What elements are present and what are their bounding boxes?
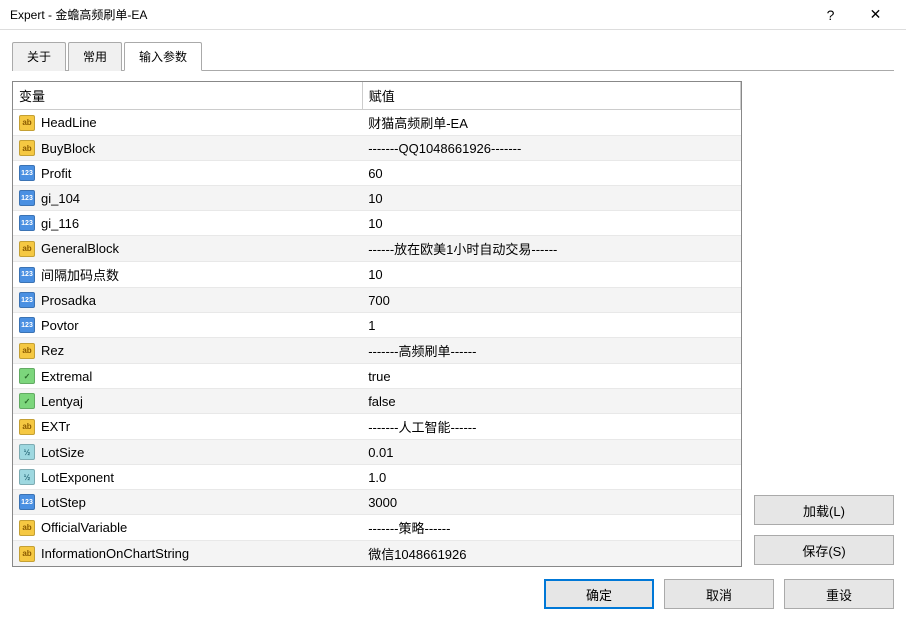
param-name: Rez bbox=[41, 343, 64, 358]
close-button[interactable]: ✕ bbox=[853, 1, 898, 29]
table-row[interactable]: ab HeadLine 财猫高频刷单-EA bbox=[13, 110, 741, 136]
param-name: LotExponent bbox=[41, 470, 114, 485]
param-value[interactable]: 10 bbox=[362, 211, 740, 236]
boolean-icon: ✓ bbox=[19, 368, 35, 384]
param-value[interactable]: 1 bbox=[362, 313, 740, 338]
footer-buttons: 确定 取消 重设 bbox=[12, 579, 894, 609]
integer-icon: 123 bbox=[19, 292, 35, 308]
table-row[interactable]: 123 gi_116 10 bbox=[13, 211, 741, 236]
boolean-icon: ✓ bbox=[19, 393, 35, 409]
double-icon: ½ bbox=[19, 469, 35, 485]
ok-button[interactable]: 确定 bbox=[544, 579, 654, 609]
param-value[interactable]: 1.0 bbox=[362, 465, 740, 490]
string-icon: ab bbox=[19, 343, 35, 359]
param-value[interactable]: 微信1048661926 bbox=[362, 541, 740, 567]
param-value[interactable]: false bbox=[362, 389, 740, 414]
param-value[interactable]: 10 bbox=[362, 262, 740, 288]
param-name: Profit bbox=[41, 166, 71, 181]
param-value[interactable]: 3000 bbox=[362, 490, 740, 515]
param-name: Prosadka bbox=[41, 293, 96, 308]
param-value[interactable]: true bbox=[362, 364, 740, 389]
cancel-button[interactable]: 取消 bbox=[664, 579, 774, 609]
help-button[interactable]: ? bbox=[808, 1, 853, 29]
table-row[interactable]: 123 LotStep 3000 bbox=[13, 490, 741, 515]
table-row[interactable]: 123 Prosadka 700 bbox=[13, 288, 741, 313]
param-value[interactable]: 700 bbox=[362, 288, 740, 313]
param-name: InformationOnChartString bbox=[41, 546, 189, 561]
integer-icon: 123 bbox=[19, 165, 35, 181]
param-value[interactable]: 60 bbox=[362, 161, 740, 186]
param-name: LotSize bbox=[41, 445, 84, 460]
integer-icon: 123 bbox=[19, 317, 35, 333]
param-name: Povtor bbox=[41, 318, 79, 333]
integer-icon: 123 bbox=[19, 190, 35, 206]
dialog-body: 关于 常用 输入参数 变量 赋值 ab HeadLine 财猫高频刷单-EA ab Bu… bbox=[0, 30, 906, 621]
table-row[interactable]: ½ LotExponent 1.0 bbox=[13, 465, 741, 490]
table-row[interactable]: ab Rez -------高频刷单------ bbox=[13, 338, 741, 364]
table-row[interactable]: ab EXTr -------人工智能------ bbox=[13, 414, 741, 440]
tab-about[interactable]: 关于 bbox=[12, 42, 66, 71]
table-row[interactable]: ab BuyBlock -------QQ1048661926------- bbox=[13, 136, 741, 161]
param-name: GeneralBlock bbox=[41, 241, 119, 256]
param-value[interactable]: -------高频刷单------ bbox=[362, 338, 740, 364]
header-variable[interactable]: 变量 bbox=[13, 82, 362, 110]
param-name: gi_116 bbox=[41, 216, 79, 231]
param-value[interactable]: -------策略------ bbox=[362, 515, 740, 541]
load-button[interactable]: 加载(L) bbox=[754, 495, 894, 525]
save-button[interactable]: 保存(S) bbox=[754, 535, 894, 565]
table-row[interactable]: ✓ Lentyaj false bbox=[13, 389, 741, 414]
parameters-table: 变量 赋值 ab HeadLine 财猫高频刷单-EA ab BuyBlock -----… bbox=[13, 82, 741, 566]
string-icon: ab bbox=[19, 140, 35, 156]
table-row[interactable]: 123 gi_104 10 bbox=[13, 186, 741, 211]
side-buttons: 加载(L) 保存(S) bbox=[754, 81, 894, 567]
double-icon: ½ bbox=[19, 444, 35, 460]
parameters-scroll[interactable]: 变量 赋值 ab HeadLine 财猫高频刷单-EA ab BuyBlock -----… bbox=[13, 82, 741, 566]
titlebar: Expert - 金蟾高频刷单-EA ? ✕ bbox=[0, 0, 906, 30]
tab-common[interactable]: 常用 bbox=[68, 42, 122, 71]
param-name: EXTr bbox=[41, 419, 70, 434]
table-row[interactable]: ab InformationOnChartString 微信1048661926 bbox=[13, 541, 741, 567]
parameters-table-area: 变量 赋值 ab HeadLine 财猫高频刷单-EA ab BuyBlock -----… bbox=[12, 81, 742, 567]
integer-icon: 123 bbox=[19, 215, 35, 231]
string-icon: ab bbox=[19, 115, 35, 131]
table-row[interactable]: ½ LotSize 0.01 bbox=[13, 440, 741, 465]
param-value[interactable]: 10 bbox=[362, 186, 740, 211]
header-value[interactable]: 赋值 bbox=[362, 82, 740, 110]
titlebar-controls: ? ✕ bbox=[808, 1, 898, 29]
integer-icon: 123 bbox=[19, 494, 35, 510]
param-name: BuyBlock bbox=[41, 141, 95, 156]
string-icon: ab bbox=[19, 546, 35, 562]
param-name: Extremal bbox=[41, 369, 92, 384]
param-name: HeadLine bbox=[41, 115, 97, 130]
content-row: 变量 赋值 ab HeadLine 财猫高频刷单-EA ab BuyBlock -----… bbox=[12, 81, 894, 567]
param-value[interactable]: -------QQ1048661926------- bbox=[362, 136, 740, 161]
param-name: LotStep bbox=[41, 495, 86, 510]
table-row[interactable]: ✓ Extremal true bbox=[13, 364, 741, 389]
param-name: gi_104 bbox=[41, 191, 80, 206]
param-value[interactable]: -------人工智能------ bbox=[362, 414, 740, 440]
table-row[interactable]: 123 间隔加码点数 10 bbox=[13, 262, 741, 288]
table-row[interactable]: 123 Povtor 1 bbox=[13, 313, 741, 338]
string-icon: ab bbox=[19, 419, 35, 435]
integer-icon: 123 bbox=[19, 267, 35, 283]
tab-inputs[interactable]: 输入参数 bbox=[124, 42, 202, 71]
param-name: 间隔加码点数 bbox=[41, 265, 119, 284]
param-value[interactable]: 财猫高频刷单-EA bbox=[362, 110, 740, 136]
table-row[interactable]: ab GeneralBlock ------放在欧美1小时自动交易------ bbox=[13, 236, 741, 262]
string-icon: ab bbox=[19, 241, 35, 257]
string-icon: ab bbox=[19, 520, 35, 536]
tab-strip: 关于 常用 输入参数 bbox=[12, 42, 894, 71]
reset-button[interactable]: 重设 bbox=[784, 579, 894, 609]
table-row[interactable]: 123 Profit 60 bbox=[13, 161, 741, 186]
param-name: Lentyaj bbox=[41, 394, 83, 409]
param-value[interactable]: 0.01 bbox=[362, 440, 740, 465]
window-title: Expert - 金蟾高频刷单-EA bbox=[10, 6, 808, 23]
param-value[interactable]: ------放在欧美1小时自动交易------ bbox=[362, 236, 740, 262]
param-name: OfficialVariable bbox=[41, 520, 127, 535]
table-row[interactable]: ab OfficialVariable -------策略------ bbox=[13, 515, 741, 541]
